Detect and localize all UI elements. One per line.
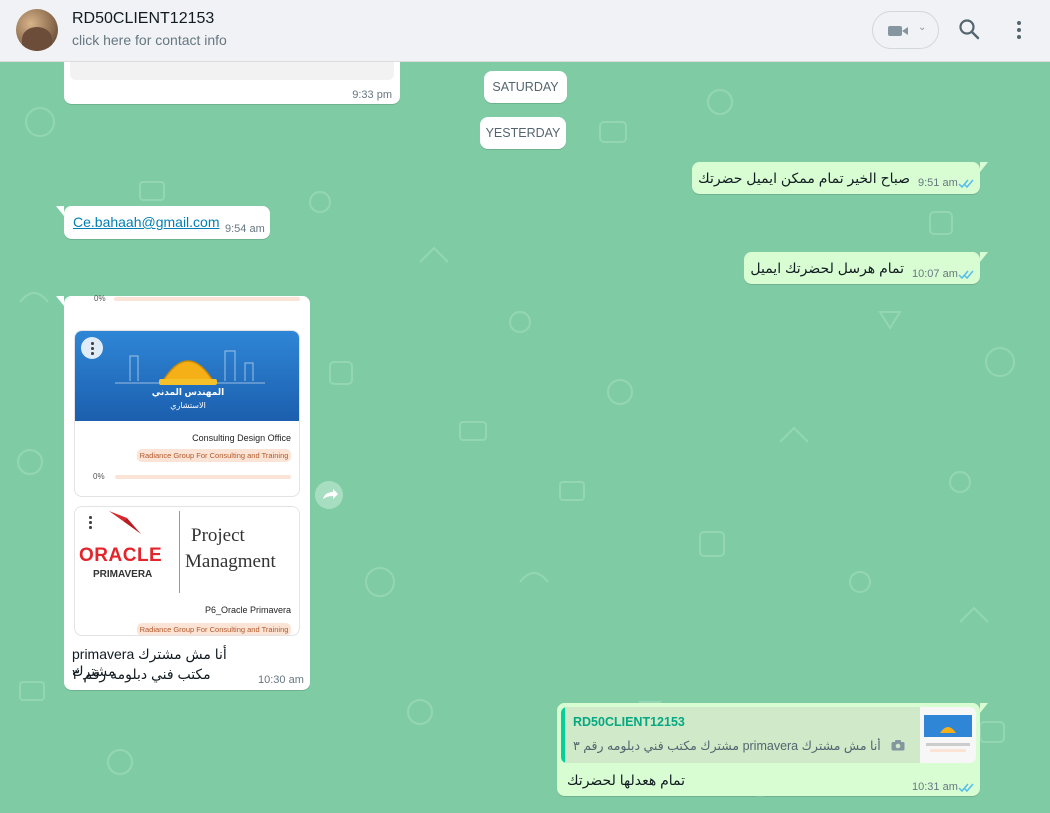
contact-info-link[interactable]: click here for contact info xyxy=(72,32,227,48)
progress-bar xyxy=(115,475,291,479)
course-title: Consulting Design Office xyxy=(192,433,291,443)
progress-bar xyxy=(114,297,300,301)
search-icon[interactable] xyxy=(958,18,980,40)
progress-percent: 0% xyxy=(93,472,105,481)
chevron-down-icon: ⌄ xyxy=(918,22,927,33)
video-camera-icon xyxy=(888,26,908,36)
double-check-icon xyxy=(958,270,974,280)
chat-area[interactable]: 9:33 pm SATURDAY YESTERDAY صباح الخير تم… xyxy=(0,62,1050,813)
contact-name[interactable]: RD50CLIENT12153 xyxy=(72,10,214,28)
date-divider-saturday: SATURDAY xyxy=(484,71,567,103)
message-time: 9:54 am xyxy=(225,223,265,235)
quoted-image-thumbnail xyxy=(920,707,976,763)
quoted-preview xyxy=(70,62,394,80)
message-time: 10:31 am xyxy=(912,781,958,793)
video-call-button[interactable]: ⌄ xyxy=(872,11,939,49)
quoted-text: أنا مش مشترك primavera مشترك مكتب فني دب… xyxy=(573,739,881,753)
oracle-logo-text: ORACLE xyxy=(79,545,163,566)
card-options-icon[interactable] xyxy=(79,511,101,533)
banner-arabic-line1: المهندس المدني xyxy=(151,387,225,397)
message-bubble-incoming[interactable]: 9:33 pm xyxy=(64,62,400,104)
image-message-incoming[interactable]: 0% المهندس المدني الاستشاري Consulting D… xyxy=(56,294,310,690)
contact-avatar[interactable] xyxy=(16,9,58,51)
reply-message-outgoing[interactable]: RD50CLIENT12153 أنا مش مشترك primavera م… xyxy=(557,703,988,796)
message-text: صباح الخير تمام ممكن ايميل حضرتك xyxy=(698,170,910,186)
quote-accent-bar xyxy=(561,707,565,763)
primavera-logo-text: PRIMAVERA xyxy=(93,569,153,580)
course-card-civil-engineer[interactable]: المهندس المدني الاستشاري Consulting Desi… xyxy=(74,330,300,497)
message-bubble-outgoing[interactable]: تمام هرسل لحضرتك ايميل 10:07 am xyxy=(744,252,988,284)
camera-icon xyxy=(891,740,905,751)
message-time: 9:51 am xyxy=(918,177,958,189)
banner-heading-line1: Project xyxy=(191,525,245,546)
double-check-icon xyxy=(958,179,974,189)
message-text: تمام هرسل لحضرتك ايميل xyxy=(750,260,904,276)
banner-divider xyxy=(179,511,180,593)
card-options-icon[interactable] xyxy=(81,337,103,359)
course-card-primavera[interactable]: ORACLE PRIMAVERA Project Managment P6_Or… xyxy=(74,506,300,636)
banner-arabic-line2: الاستشاري xyxy=(170,401,206,410)
email-link[interactable]: Ce.bahaah@gmail.com xyxy=(73,214,220,230)
chat-header: RD50CLIENT12153 click here for contact i… xyxy=(0,0,1050,62)
message-time: 9:33 pm xyxy=(352,89,392,101)
image-caption-line2: مكتب فني دبلومه رقم ٣ xyxy=(72,666,211,682)
forward-arrow-icon[interactable] xyxy=(315,481,343,509)
message-time: 10:07 am xyxy=(912,268,958,280)
course-card-partial: 0% xyxy=(74,294,300,324)
date-divider-yesterday: YESTERDAY xyxy=(480,117,566,149)
message-bubble-incoming[interactable]: Ce.bahaah@gmail.com 9:54 am xyxy=(56,206,270,239)
message-bubble-outgoing[interactable]: صباح الخير تمام ممكن ايميل حضرتك 9:51 am xyxy=(692,162,988,194)
quoted-author: RD50CLIENT12153 xyxy=(573,715,685,729)
double-check-icon xyxy=(958,783,974,793)
message-time: 10:30 am xyxy=(258,674,304,686)
provider-badge: Radiance Group For Consulting and Traini… xyxy=(137,623,291,635)
kebab-menu-icon[interactable] xyxy=(1010,18,1028,42)
progress-percent: 0% xyxy=(94,294,106,303)
course-title: P6_Oracle Primavera xyxy=(204,605,291,615)
provider-badge: Radiance Group For Consulting and Traini… xyxy=(137,449,291,462)
quoted-message[interactable]: RD50CLIENT12153 أنا مش مشترك primavera م… xyxy=(561,707,976,763)
message-text: تمام هعدلها لحضرتك xyxy=(567,772,686,788)
banner-heading-line2: Managment xyxy=(185,551,276,572)
